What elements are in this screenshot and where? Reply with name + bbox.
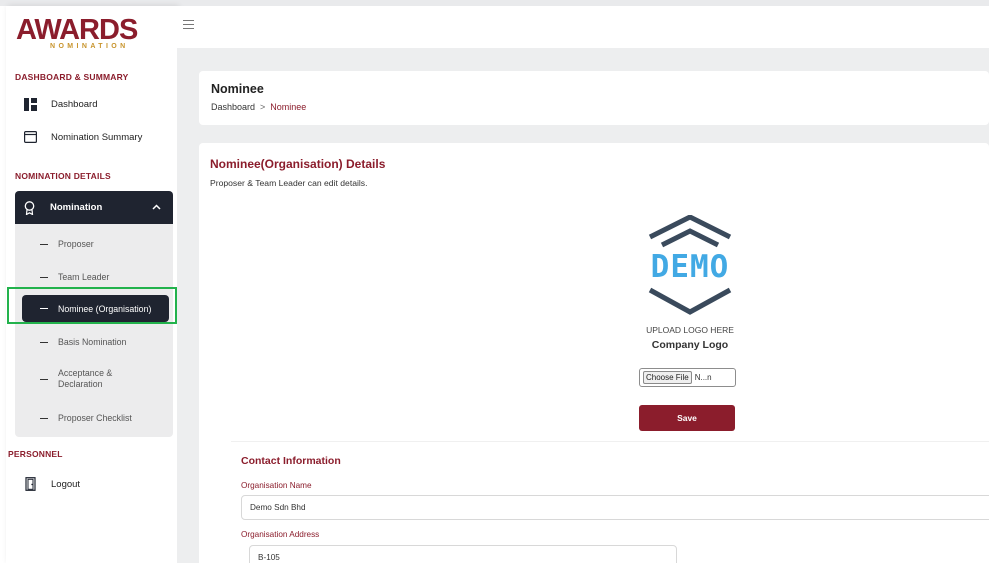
organisation-address-label: Organisation Address: [241, 530, 320, 539]
dash-icon: [40, 378, 48, 380]
section-dashboard-summary: DASHBOARD & SUMMARY: [15, 72, 129, 82]
hamburger-menu-icon[interactable]: [183, 20, 194, 30]
sidebar-subitem-label: Basis Nomination: [58, 337, 127, 347]
dash-icon: [40, 276, 48, 278]
top-bar: [177, 6, 989, 48]
logo-main-text: AWARDS: [16, 14, 138, 46]
sidebar-subitem-proposer-checklist[interactable]: Proposer Checklist: [15, 413, 173, 423]
breadcrumb-separator: >: [260, 102, 266, 112]
dash-icon: [40, 308, 48, 309]
sidebar-item-logout[interactable]: Logout: [23, 477, 80, 491]
organisation-name-label: Organisation Name: [241, 481, 312, 490]
dashboard-icon: [23, 97, 37, 111]
sidebar-item-label: Nomination: [50, 202, 103, 213]
selected-file-name: N...n: [694, 373, 712, 382]
organisation-name-input[interactable]: Demo Sdn Bhd: [241, 495, 989, 520]
door-icon: [23, 477, 37, 491]
sidebar-item-dashboard[interactable]: Dashboard: [23, 97, 97, 111]
nomination-submenu: Nomination Proposer Team Leader Nominee …: [15, 191, 173, 437]
nominee-details-description: Proposer & Team Leader can edit details.: [210, 178, 368, 188]
section-nomination-details: NOMINATION DETAILS: [15, 171, 111, 181]
sidebar-subitem-basis-nomination[interactable]: Basis Nomination: [15, 337, 173, 347]
logo-placeholder-text: DEMO: [651, 249, 730, 285]
dash-icon: [40, 243, 48, 245]
company-logo-preview: DEMO: [640, 214, 740, 315]
breadcrumb: Dashboard > Nominee: [211, 102, 306, 112]
company-logo-label: Company Logo: [651, 339, 729, 351]
sidebar-subitem-label: Proposer: [58, 239, 94, 249]
section-divider: [231, 441, 989, 442]
choose-file-button[interactable]: Choose File: [643, 371, 692, 384]
breadcrumb-current: Nominee: [270, 102, 307, 112]
sidebar-subitem-proposer[interactable]: Proposer: [15, 239, 173, 249]
page-header-card: Nominee Dashboard > Nominee: [199, 71, 989, 125]
upload-logo-hint: UPLOAD LOGO HERE: [646, 325, 734, 335]
awards-logo[interactable]: AWARDS NOMINATION: [16, 14, 146, 54]
page-title: Nominee: [211, 82, 264, 96]
save-button[interactable]: Save: [639, 405, 735, 431]
breadcrumb-dashboard-link[interactable]: Dashboard: [211, 102, 255, 112]
sidebar-item-label: Logout: [51, 478, 81, 490]
sidebar-subitem-label: Nominee (Organisation): [58, 303, 152, 314]
sidebar-subitem-team-leader[interactable]: Team Leader: [15, 272, 173, 282]
sidebar-item-label: Dashboard: [51, 98, 98, 110]
nominee-details-heading: Nominee(Organisation) Details: [210, 157, 386, 171]
sidebar-subitem-label: Proposer Checklist: [58, 413, 132, 423]
sidebar-subitem-acceptance-declaration[interactable]: Acceptance & Declaration: [15, 368, 173, 390]
dash-icon: [40, 341, 48, 343]
sidebar: AWARDS NOMINATION DASHBOARD & SUMMARY Da…: [6, 6, 177, 563]
organisation-address-input[interactable]: B-105: [249, 545, 677, 563]
section-personnel: PERSONNEL: [8, 449, 63, 459]
window-icon: [23, 130, 37, 144]
sidebar-item-nomination[interactable]: Nomination: [15, 191, 173, 224]
logo-file-input[interactable]: Choose File N...n: [639, 368, 736, 387]
contact-information-heading: Contact Information: [241, 455, 341, 467]
sidebar-item-nomination-summary[interactable]: Nomination Summary: [23, 130, 142, 144]
sidebar-subitem-nominee-organisation[interactable]: Nominee (Organisation): [22, 295, 169, 322]
logo-sub-text: NOMINATION: [50, 43, 129, 50]
sidebar-subitem-label: Acceptance & Declaration: [58, 368, 113, 389]
award-icon: [24, 200, 36, 216]
sidebar-subitem-label: Team Leader: [58, 272, 110, 282]
chevron-up-icon: [152, 202, 161, 213]
nominee-details-card: Nominee(Organisation) Details Proposer &…: [199, 143, 989, 563]
dash-icon: [40, 417, 48, 419]
sidebar-item-label: Nomination Summary: [51, 131, 143, 143]
main-content: Nominee Dashboard > Nominee Nominee(Orga…: [177, 48, 989, 563]
